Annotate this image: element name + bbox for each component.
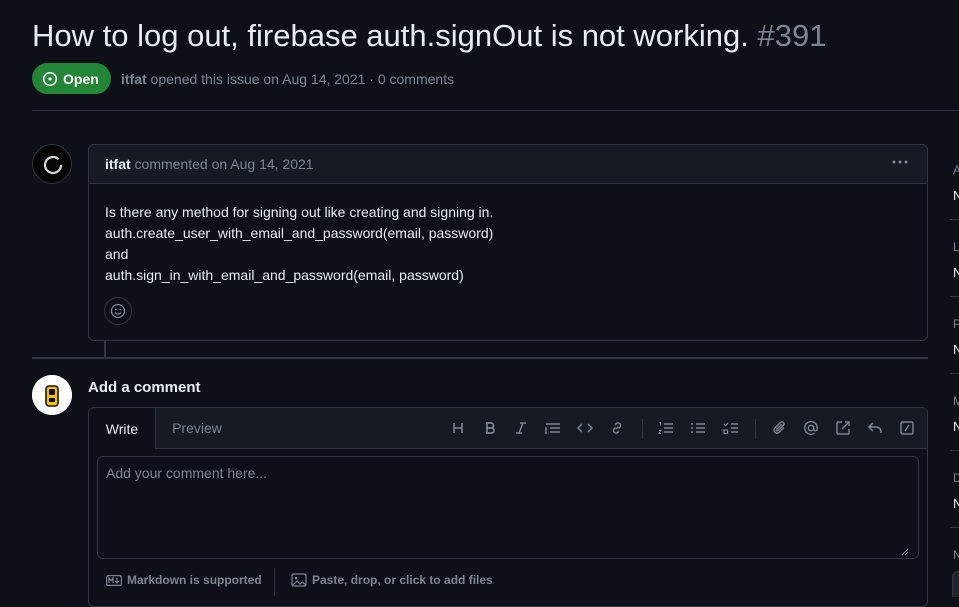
toolbar-separator: [642, 419, 643, 439]
kebab-horizontal-icon[interactable]: [891, 154, 909, 175]
markdown-supported-link[interactable]: Markdown is supported: [106, 573, 262, 587]
sidebar-button[interactable]: [952, 571, 959, 597]
markdown-icon: [106, 574, 122, 586]
add-reaction-button[interactable]: [104, 297, 132, 325]
sidebar-heading[interactable]: N: [953, 548, 959, 562]
comment-line: auth.create_user_with_email_and_password…: [105, 225, 494, 241]
attach-icon[interactable]: [771, 419, 789, 437]
commenter-avatar[interactable]: [32, 144, 72, 184]
attach-files-button[interactable]: Paste, drop, or click to add files: [291, 573, 493, 587]
comment-line: Is there any method for signing out like…: [105, 204, 494, 220]
sidebar-heading[interactable]: L: [953, 240, 959, 254]
italic-icon[interactable]: [512, 419, 530, 437]
code-icon[interactable]: [576, 419, 594, 437]
resize-handle-icon[interactable]: [901, 548, 909, 556]
link-icon[interactable]: [608, 419, 626, 437]
sidebar-value: N: [953, 419, 959, 434]
sidebar-value: N: [953, 188, 959, 203]
comment-editor: Write Preview Add your comment here... M…: [88, 407, 928, 607]
issue-title-text: How to log out, firebase auth.signOut is…: [32, 18, 749, 53]
issue-number: #391: [757, 18, 827, 53]
sidebar-heading[interactable]: D: [953, 471, 959, 485]
comment-meta-text: commented on Aug 14, 2021: [130, 156, 314, 172]
sidebar-divider: [950, 219, 959, 220]
timeline-line: [104, 341, 106, 357]
smiley-icon: [110, 303, 126, 319]
comment-meta: itfat commented on Aug 14, 2021: [105, 156, 314, 172]
comment-input[interactable]: [97, 456, 919, 559]
task-list-icon[interactable]: [722, 419, 740, 437]
comment-header: itfat commented on Aug 14, 2021: [89, 145, 927, 184]
comment-author-link[interactable]: itfat: [105, 156, 131, 172]
sidebar-divider: [950, 296, 959, 297]
issue-opened-icon: [42, 71, 58, 86]
timeline-divider: [32, 357, 928, 359]
sidebar-divider: [950, 527, 959, 528]
editor-tabs: Write Preview: [89, 408, 927, 449]
comment-body: Is there any method for signing out like…: [105, 202, 493, 286]
heading-icon[interactable]: [449, 419, 467, 437]
ordered-list-icon[interactable]: [657, 419, 675, 437]
issue-state-badge: Open: [32, 63, 111, 94]
sidebar-heading[interactable]: M: [953, 394, 959, 408]
markdown-note: Markdown is supported: [127, 573, 262, 587]
toolbar-separator: [755, 419, 756, 439]
sidebar-heading[interactable]: P: [953, 317, 959, 331]
mention-icon[interactable]: [802, 419, 820, 437]
issue-meta: itfat opened this issue on Aug 14, 2021 …: [121, 71, 454, 87]
image-icon: [291, 573, 307, 587]
bold-icon[interactable]: [481, 419, 499, 437]
attach-note: Paste, drop, or click to add files: [312, 573, 493, 587]
header-divider: [32, 110, 959, 111]
slash-command-icon[interactable]: [898, 419, 916, 437]
issue-author-link[interactable]: itfat: [121, 71, 147, 87]
issue-comment: itfat commented on Aug 14, 2021 Is there…: [88, 144, 928, 341]
current-user-avatar[interactable]: [32, 375, 72, 415]
comment-line: auth.sign_in_with_email_and_password(ema…: [105, 267, 464, 283]
footer-separator: [274, 568, 275, 596]
avatar-image: [32, 375, 72, 415]
avatar-image: [33, 145, 71, 183]
issue-title: How to log out, firebase auth.signOut is…: [32, 16, 826, 56]
add-comment-heading: Add a comment: [88, 379, 201, 396]
sidebar-value: N: [953, 342, 959, 357]
sidebar-value: N: [953, 265, 959, 280]
sidebar-heading[interactable]: A: [953, 163, 959, 177]
issue-state-label: Open: [63, 70, 99, 87]
issue-meta-text: opened this issue on Aug 14, 2021 · 0 co…: [146, 71, 455, 87]
sidebar-divider: [950, 450, 959, 451]
sidebar-value: N: [953, 496, 959, 511]
sidebar-divider: [950, 373, 959, 374]
quote-icon[interactable]: [544, 419, 562, 437]
tab-preview[interactable]: Preview: [159, 408, 235, 448]
comment-line: and: [105, 246, 129, 262]
issue-sidebar: A N L N P N M N D N N: [950, 0, 959, 597]
reference-icon[interactable]: [834, 419, 852, 437]
tab-write[interactable]: Write: [89, 408, 156, 449]
unordered-list-icon[interactable]: [689, 419, 707, 437]
reply-icon[interactable]: [866, 419, 884, 437]
